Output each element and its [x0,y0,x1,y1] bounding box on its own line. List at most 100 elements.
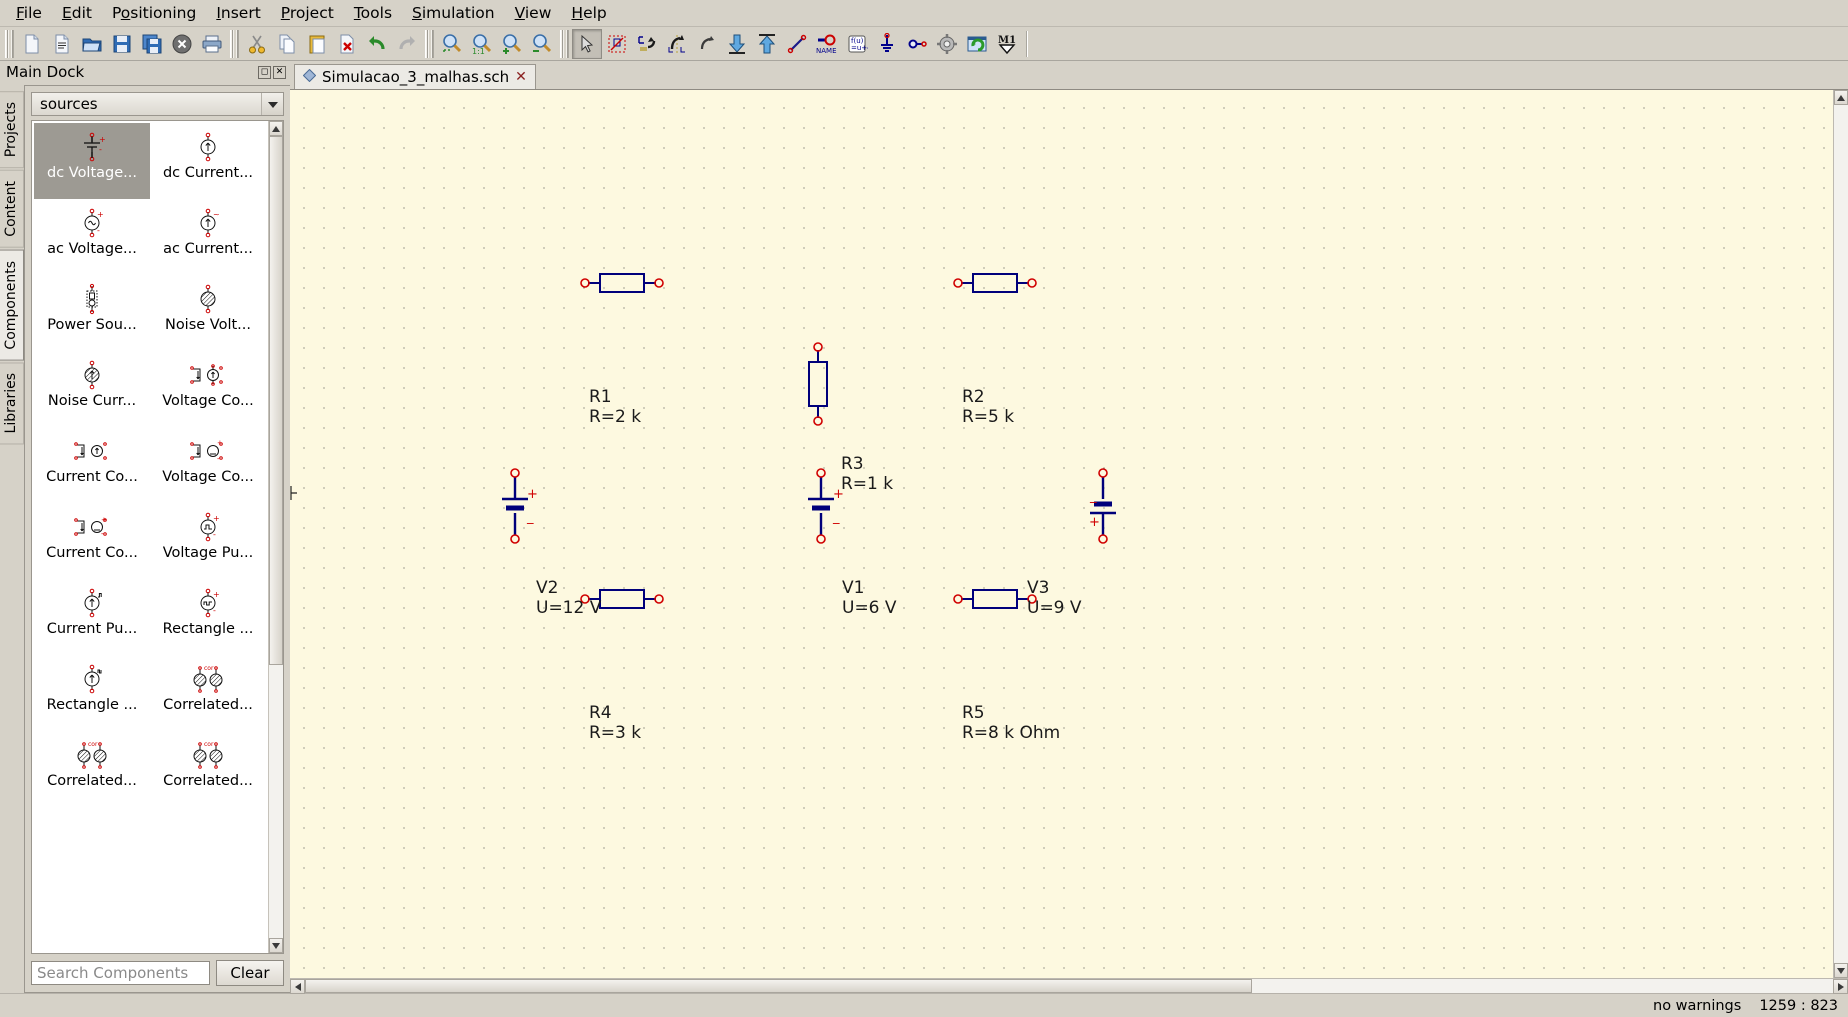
component-item-power-source[interactable]: Power Sou... [34,275,150,351]
scroll-right-icon[interactable] [1833,979,1848,994]
menu-edit[interactable]: Edit [52,2,102,24]
search-input[interactable]: Search Components [31,961,210,985]
scroll-down-icon[interactable] [1834,963,1848,978]
wire-label-icon[interactable]: NAME [812,29,842,59]
component-V1[interactable]: + _ [805,468,845,548]
chevron-down-icon[interactable] [261,93,283,115]
select-arrow-icon[interactable] [572,28,602,59]
component-R1[interactable] [580,269,664,301]
move-down-icon[interactable] [722,29,752,59]
wire-icon[interactable] [782,29,812,59]
component-item-label: Power Sou... [47,317,137,333]
canvas-vertical-scrollbar[interactable] [1833,90,1848,978]
component-item-current-controlled-b[interactable]: + - Current Co... [34,503,150,579]
category-combobox[interactable]: sources [31,92,284,116]
component-item-dc-current[interactable]: dc Current... [150,123,266,199]
component-item-voltage-controlled-a[interactable]: Voltage Co... [150,351,266,427]
menu-positioning[interactable]: Positioning [102,2,206,24]
toolbar-handle-insert[interactable] [560,29,569,58]
new-document-icon[interactable] [17,29,47,59]
redo-icon[interactable] [392,29,422,59]
port-icon[interactable] [902,29,932,59]
component-item-rectangle-voltage[interactable]: + - Rectangle ... [150,579,266,655]
undo-icon[interactable] [362,29,392,59]
float-icon[interactable]: ◻ [258,65,271,79]
scrollbar-thumb[interactable] [269,136,283,666]
toolbar-handle-file[interactable] [5,29,14,58]
menu-file[interactable]: File [6,2,52,24]
close-document-icon[interactable] [167,29,197,59]
document-tab-schematic[interactable]: Simulacao_3_malhas.sch ✕ [294,64,536,89]
component-R3[interactable] [804,342,832,430]
copy-icon[interactable] [272,29,302,59]
menu-view[interactable]: View [505,2,562,24]
scrollbar-track[interactable] [269,136,283,938]
component-item-voltage-controlled-b[interactable]: + - Voltage Co... [150,427,266,503]
save-all-icon[interactable] [137,29,167,59]
toolbar-handle-edit[interactable] [230,29,239,58]
marker-icon[interactable]: M1 [992,29,1022,59]
mirror-x-icon[interactable] [662,29,692,59]
mirror-y-icon[interactable] [692,29,722,59]
component-R5[interactable] [953,585,1037,617]
open-folder-icon[interactable] [77,29,107,59]
component-item-ac-voltage[interactable]: + - ac Voltage... [34,199,150,275]
close-icon[interactable]: ✕ [515,70,527,84]
save-icon[interactable] [107,29,137,59]
component-V2[interactable]: + _ [499,468,539,548]
menu-simulation[interactable]: Simulation [402,2,505,24]
component-item-current-controlled-a[interactable]: Current Co... [34,427,150,503]
toolbar-handle-zoom[interactable] [425,29,434,58]
component-list-scrollbar[interactable] [268,121,283,953]
zoom-in-icon[interactable] [497,29,527,59]
scroll-left-icon[interactable] [290,979,305,994]
menu-insert[interactable]: Insert [206,2,270,24]
dock-tab-content[interactable]: Content [0,170,24,248]
ground-icon[interactable] [872,29,902,59]
close-icon[interactable]: ✕ [273,65,286,79]
move-up-icon[interactable] [752,29,782,59]
component-R2[interactable] [953,269,1037,301]
scrollbar-track[interactable] [305,979,1833,993]
clear-button[interactable]: Clear [216,960,284,986]
canvas-horizontal-scrollbar[interactable] [290,978,1848,994]
component-V3[interactable]: _ + [1087,468,1127,548]
print-icon[interactable] [197,29,227,59]
cut-icon[interactable] [242,29,272,59]
schematic-canvas[interactable]: R1 R=2 k R2 R=5 k R3 R=1 k R4 R=3 k R5 R… [290,90,1833,978]
scrollbar-thumb[interactable] [305,979,1253,993]
scroll-up-icon[interactable] [1834,90,1848,105]
simulate-icon[interactable] [962,29,992,59]
paste-icon[interactable] [302,29,332,59]
component-item-noise-voltage[interactable]: Noise Volt... [150,275,266,351]
component-item-correlated-b[interactable]: cor Correlated... [34,731,150,807]
component-item-noise-current[interactable]: Noise Curr... [34,351,150,427]
menu-tools[interactable]: Tools [344,2,402,24]
component-item-correlated-c[interactable]: cor Correlated... [150,731,266,807]
menu-project[interactable]: Project [271,2,344,24]
zoom-out-icon[interactable] [527,29,557,59]
component-item-dc-voltage[interactable]: + - dc Voltage... [34,123,150,199]
zoom-original-icon[interactable]: 1:1 [467,29,497,59]
scrollbar-track[interactable] [1834,105,1848,963]
component-icon[interactable] [932,29,962,59]
component-V1-value: U=6 V [842,598,897,618]
component-item-ac-current[interactable]: ~ ac Current... [150,199,266,275]
dock-tab-components[interactable]: Components [0,249,24,361]
scroll-up-icon[interactable] [269,121,283,136]
deactivate-icon[interactable] [602,29,632,59]
delete-icon[interactable] [332,29,362,59]
dock-tab-projects[interactable]: Projects [0,91,24,169]
menu-help[interactable]: Help [561,2,616,24]
component-item-label: Noise Curr... [47,393,137,409]
equation-icon[interactable]: f(u)=u+4 [842,29,872,59]
component-item-voltage-pulse[interactable]: + - Voltage Pu... [150,503,266,579]
component-item-rectangle-current[interactable]: Rectangle ... [34,655,150,731]
zoom-select-icon[interactable] [437,29,467,59]
scroll-down-icon[interactable] [269,938,283,953]
dock-tab-libraries[interactable]: Libraries [0,362,24,445]
rotate-icon[interactable] [632,29,662,59]
new-text-document-icon[interactable] [47,29,77,59]
component-item-correlated-a[interactable]: cor Correlated... [150,655,266,731]
component-item-current-pulse[interactable]: Current Pu... [34,579,150,655]
